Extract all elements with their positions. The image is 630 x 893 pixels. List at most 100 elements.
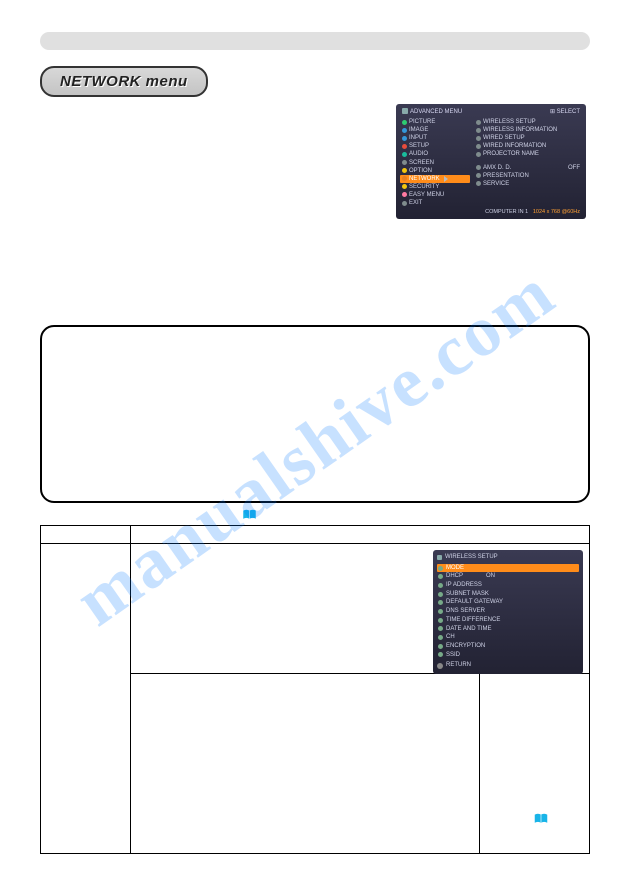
bullet-icon xyxy=(402,128,407,133)
adv-menu-item-label: SCREEN xyxy=(409,159,434,167)
bullet-icon xyxy=(402,192,407,197)
wireless-setup-row-label: SSID xyxy=(446,651,460,660)
section-heading: NETWORK menu xyxy=(40,66,208,97)
items-table: WIRELESS SETUP MODEDHCP ON IP ADDRESSSUBNE… xyxy=(40,525,590,854)
caution-box xyxy=(40,325,590,503)
adv-menu-item: IMAGE xyxy=(400,126,470,134)
adv-menu-item: INPUT xyxy=(400,134,470,142)
adv-menu-item-label: AUDIO xyxy=(409,150,428,158)
adv-menu-subitem-value: OFF xyxy=(568,164,580,172)
wireless-setup-row-label: DATE AND TIME xyxy=(446,625,491,634)
adv-menu-subitem-label: WIRED INFORMATION xyxy=(483,142,546,150)
adv-menu-subitem: WIRED SETUP xyxy=(474,134,582,142)
adv-menu-subitem-label: WIRELESS INFORMATION xyxy=(483,126,557,134)
adv-menu-item: SECURITY xyxy=(400,183,470,191)
wireless-setup-row: IP ADDRESS xyxy=(437,581,579,590)
adv-menu-item: PICTURE xyxy=(400,118,470,126)
table-cell-item xyxy=(41,544,131,854)
adv-menu-item: SCREEN xyxy=(400,159,470,167)
advanced-menu-titlebar: ADVANCED MENU ⊞ SELECT xyxy=(400,107,582,118)
bullet-icon xyxy=(438,609,443,614)
table-header-row xyxy=(41,526,590,544)
adv-menu-subitem: WIRELESS SETUP xyxy=(474,118,582,126)
table-header-item xyxy=(41,526,131,544)
bullet-icon xyxy=(476,120,481,125)
wireless-setup-row-label: SUBNET MASK xyxy=(446,590,489,599)
wireless-setup-row-label: DNS SERVER xyxy=(446,607,485,616)
wireless-setup-title-text: WIRELESS SETUP xyxy=(445,553,498,562)
table-cell-desc: WIRELESS SETUP MODEDHCP ON IP ADDRESSSUBNE… xyxy=(131,544,590,674)
wireless-setup-row-label: MODE xyxy=(446,564,464,573)
adv-menu-subitem-label: PROJECTOR NAME xyxy=(483,150,539,158)
wireless-setup-row-label: DHCP xyxy=(446,572,463,581)
reference-row xyxy=(42,509,588,521)
bullet-icon xyxy=(438,644,443,649)
bullet-icon xyxy=(402,168,407,173)
table-cell-sub xyxy=(131,674,480,854)
adv-menu-subitem: PRESENTATION xyxy=(474,172,582,180)
bullet-icon xyxy=(476,165,481,170)
page: NETWORK menu ADVANCED MENU ⊞ SELECT PICT… xyxy=(0,0,630,893)
wireless-setup-title: WIRELESS SETUP xyxy=(437,553,579,564)
wireless-setup-row-label: DEFAULT GATEWAY xyxy=(446,598,503,607)
adv-menu-subitem-label: AMX D. D. xyxy=(483,164,511,172)
adv-menu-item-label: IMAGE xyxy=(409,126,428,134)
wireless-setup-figure: WIRELESS SETUP MODEDHCP ON IP ADDRESSSUBNE… xyxy=(433,550,583,674)
adv-menu-item-label: SETUP xyxy=(409,142,429,150)
adv-menu-subitem-label: WIRED SETUP xyxy=(483,134,525,142)
adv-menu-item-label: EXIT xyxy=(409,199,422,207)
wireless-setup-row-value: ON xyxy=(486,572,495,581)
adv-menu-subitem: WIRELESS INFORMATION xyxy=(474,126,582,134)
bullet-icon xyxy=(402,152,407,157)
adv-menu-item-label: EASY MENU xyxy=(409,191,444,199)
adv-menu-item-label: SECURITY xyxy=(409,183,439,191)
wireless-setup-row: DATE AND TIME xyxy=(437,625,579,634)
table-cell-detail xyxy=(480,674,590,854)
bullet-icon xyxy=(476,136,481,141)
wireless-setup-row: DHCP ON xyxy=(437,572,579,581)
adv-menu-subitem: WIRED INFORMATION xyxy=(474,142,582,150)
bullet-icon xyxy=(476,152,481,157)
wireless-setup-row-label: CH xyxy=(446,633,455,642)
adv-menu-item-label: PICTURE xyxy=(409,118,435,126)
advanced-menu-select-label: SELECT xyxy=(557,109,580,115)
bullet-icon xyxy=(402,120,407,125)
bullet-icon xyxy=(402,201,407,206)
adv-menu-item: OPTION xyxy=(400,167,470,175)
adv-menu-subitem-label: PRESENTATION xyxy=(483,172,529,180)
bullet-icon xyxy=(402,176,407,181)
section-heading-text: NETWORK menu xyxy=(60,73,188,90)
book-icon xyxy=(242,509,257,521)
wireless-setup-row: DNS SERVER xyxy=(437,607,579,616)
adv-menu-subitem-label: SERVICE xyxy=(483,180,509,188)
advanced-menu-figure: ADVANCED MENU ⊞ SELECT PICTUREIMAGEINPUT… xyxy=(396,104,586,219)
bullet-icon xyxy=(438,652,443,657)
adv-menu-item: EASY MENU xyxy=(400,191,470,199)
wireless-setup-row-label: TIME DIFFERENCE xyxy=(446,616,500,625)
bullet-icon xyxy=(438,583,443,588)
caret-icon xyxy=(444,176,448,182)
wireless-setup-row: CH xyxy=(437,633,579,642)
adv-menu-subitem: SERVICE xyxy=(474,180,582,188)
wireless-setup-row-label: IP ADDRESS xyxy=(446,581,482,590)
adv-menu-subitem: PROJECTOR NAME xyxy=(474,150,582,158)
bullet-icon xyxy=(438,618,443,623)
table-row: WIRELESS SETUP MODEDHCP ON IP ADDRESSSUBNE… xyxy=(41,544,590,674)
wireless-setup-row: MODE xyxy=(437,564,579,573)
bullet-icon xyxy=(438,574,443,579)
header-bar xyxy=(40,32,590,50)
advanced-menu-input: COMPUTER IN 1 xyxy=(485,209,528,215)
advanced-menu-resolution: 1024 x 768 @60Hz xyxy=(533,209,580,215)
bullet-icon xyxy=(402,136,407,141)
adv-menu-item-label: NETWORK xyxy=(409,175,440,183)
wireless-setup-row: SUBNET MASK xyxy=(437,590,579,599)
adv-menu-item: AUDIO xyxy=(400,150,470,158)
wireless-setup-row: DEFAULT GATEWAY xyxy=(437,598,579,607)
table-header-desc xyxy=(131,526,590,544)
bullet-icon xyxy=(402,144,407,149)
bullet-icon xyxy=(402,160,407,165)
wireless-setup-return-label: RETURN xyxy=(446,661,471,670)
advanced-menu-title: ADVANCED MENU xyxy=(410,109,462,115)
wireless-setup-row: SSID xyxy=(437,651,579,660)
adv-menu-item-label: OPTION xyxy=(409,167,432,175)
